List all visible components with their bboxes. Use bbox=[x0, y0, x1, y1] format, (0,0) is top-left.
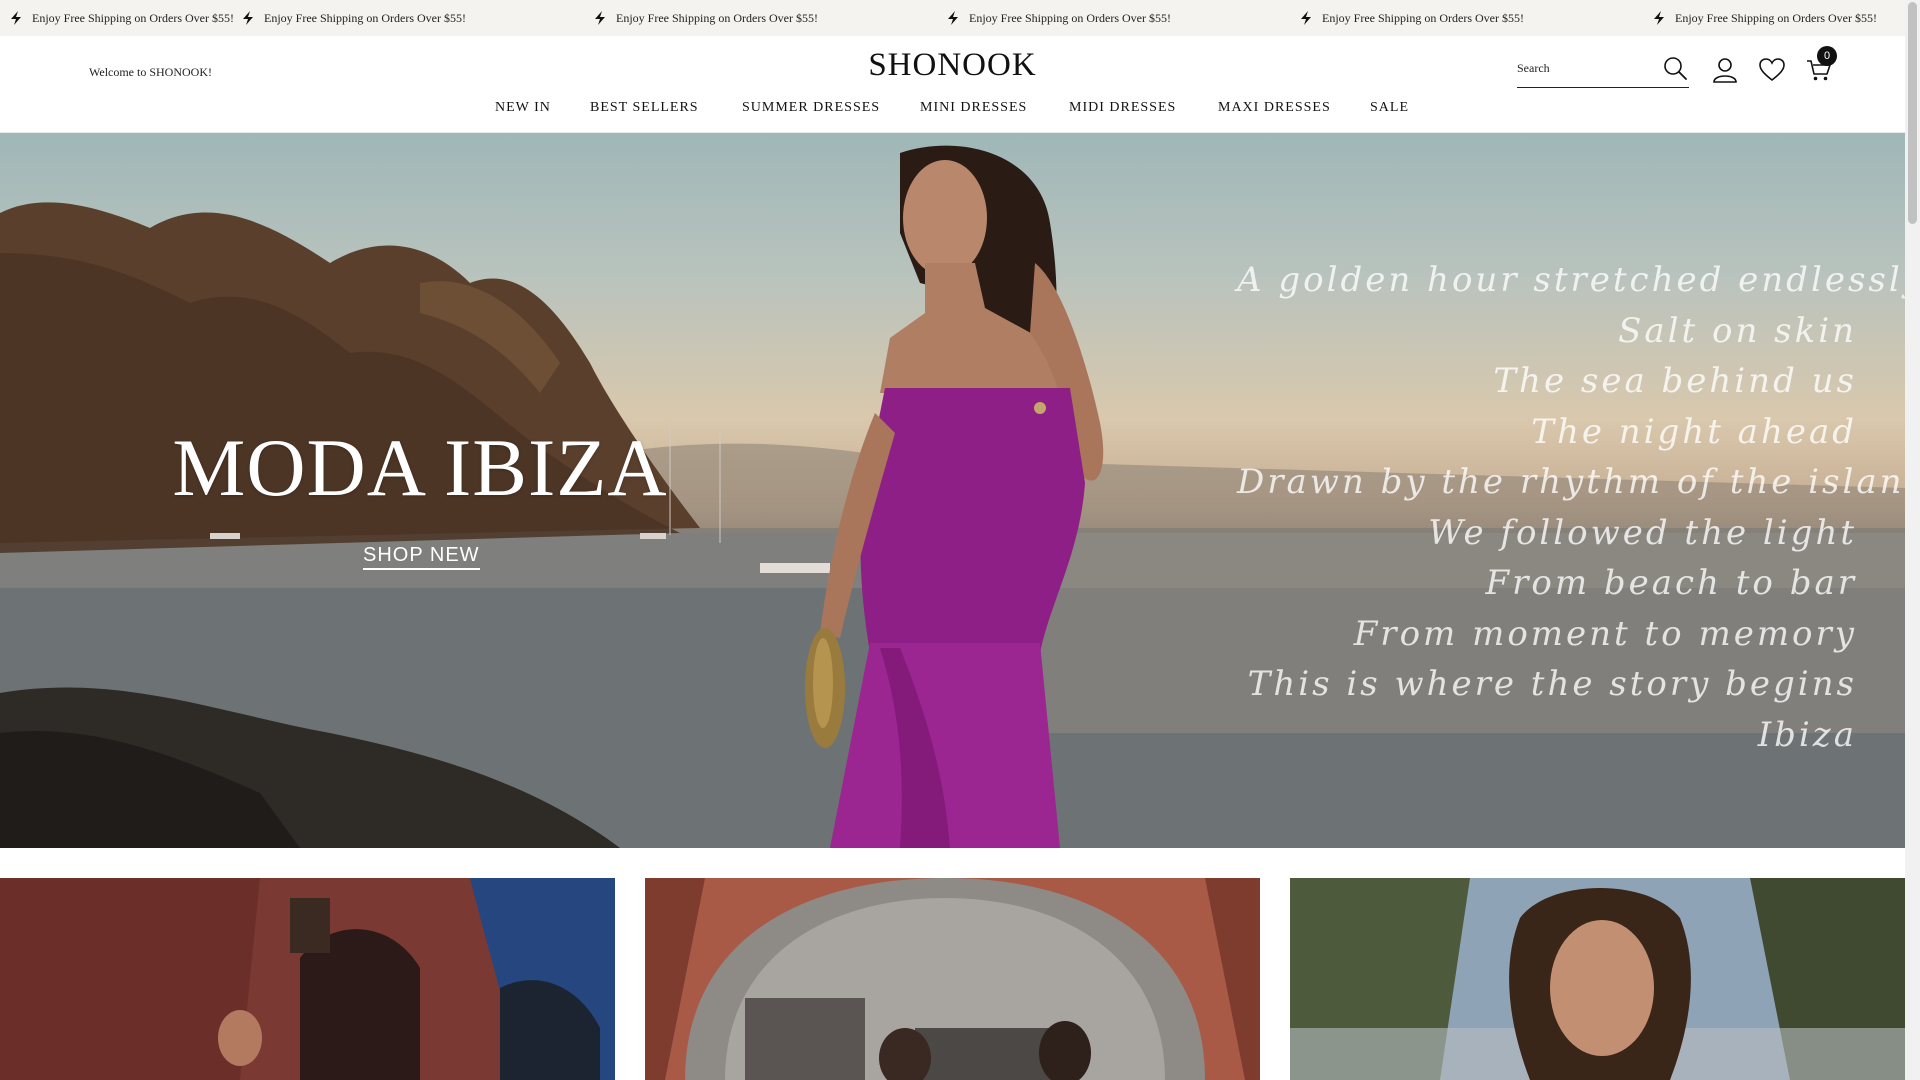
poem-line: The night ahead bbox=[1531, 411, 1857, 452]
nav-item-mini-dresses[interactable]: MINI DRESSES bbox=[920, 100, 1027, 116]
lightning-icon bbox=[1301, 11, 1311, 25]
wishlist-heart-icon[interactable] bbox=[1758, 56, 1786, 84]
promo-item: Enjoy Free Shipping on Orders Over $55! bbox=[8, 0, 234, 36]
shop-new-button[interactable]: SHOP NEW bbox=[363, 544, 480, 570]
nav-item-best-sellers[interactable]: BEST SELLERS bbox=[590, 100, 699, 116]
cart-count-badge: 0 bbox=[1817, 46, 1837, 66]
poem-line: From moment to memory bbox=[1353, 613, 1857, 654]
hero-poem: A golden hour stretched endlessly Salt o… bbox=[1237, 255, 1905, 760]
search-input[interactable] bbox=[1517, 57, 1647, 79]
nav-item-maxi-dresses[interactable]: MAXI DRESSES bbox=[1218, 100, 1331, 116]
poem-line: A golden hour stretched endlessly bbox=[1237, 260, 1905, 300]
poem-line: Ibiza bbox=[1757, 714, 1857, 755]
promo-text: Enjoy Free Shipping on Orders Over $55! bbox=[264, 10, 466, 25]
poem-line: This is where the story begins bbox=[1247, 664, 1857, 704]
category-tile-image bbox=[0, 878, 615, 1080]
poem-line: Drawn by the rhythm of the island bbox=[1237, 462, 1905, 502]
search-icon[interactable] bbox=[1661, 54, 1689, 82]
promo-text: Enjoy Free Shipping on Orders Over $55! bbox=[616, 10, 818, 25]
category-tile[interactable] bbox=[1290, 878, 1905, 1080]
lightning-icon bbox=[1654, 11, 1664, 25]
lightning-icon bbox=[243, 11, 253, 25]
search-box bbox=[1517, 53, 1689, 88]
promo-text: Enjoy Free Shipping on Orders Over $55! bbox=[969, 10, 1171, 25]
promo-item: Enjoy Free Shipping on Orders Over $55! bbox=[240, 0, 466, 36]
poem-line: Salt on skin bbox=[1618, 310, 1857, 351]
nav-item-new-in[interactable]: NEW IN bbox=[495, 100, 551, 116]
promo-text: Enjoy Free Shipping on Orders Over $55! bbox=[1675, 10, 1877, 25]
promo-text: Enjoy Free Shipping on Orders Over $55! bbox=[32, 10, 234, 25]
account-icon[interactable] bbox=[1711, 56, 1739, 84]
promo-item: Enjoy Free Shipping on Orders Over $55! bbox=[1298, 0, 1524, 36]
hero-title: MODA IBIZA bbox=[172, 422, 668, 513]
promo-item: Enjoy Free Shipping on Orders Over $55! bbox=[945, 0, 1171, 36]
category-tile-image bbox=[645, 878, 1260, 1080]
category-tile[interactable] bbox=[0, 878, 615, 1080]
scrollbar-thumb[interactable] bbox=[1908, 2, 1917, 224]
nav-item-summer-dresses[interactable]: SUMMER DRESSES bbox=[742, 100, 880, 116]
announcement-bar: Enjoy Free Shipping on Orders Over $55! … bbox=[0, 0, 1905, 36]
category-tile-image bbox=[1290, 878, 1905, 1080]
welcome-text: Welcome to SHONOOK! bbox=[89, 65, 213, 79]
nav-item-midi-dresses[interactable]: MIDI DRESSES bbox=[1069, 100, 1176, 116]
site-logo[interactable]: SHONOOK bbox=[862, 47, 1043, 84]
promo-item: Enjoy Free Shipping on Orders Over $55! bbox=[592, 0, 818, 36]
site-header: Welcome to SHONOOK! SHONOOK 0 NEW IN BES… bbox=[0, 36, 1905, 133]
page-scrollbar[interactable] bbox=[1905, 0, 1920, 1080]
poem-line: We followed the light bbox=[1428, 512, 1857, 553]
lightning-icon bbox=[595, 11, 605, 25]
promo-item: Enjoy Free Shipping on Orders Over $55! bbox=[1651, 0, 1877, 36]
category-tile[interactable] bbox=[645, 878, 1260, 1080]
lightning-icon bbox=[948, 11, 958, 25]
nav-item-sale[interactable]: SALE bbox=[1370, 100, 1409, 116]
hero-banner[interactable]: MODA IBIZA SHOP NEW A golden hour stretc… bbox=[0, 133, 1905, 848]
lightning-icon bbox=[11, 11, 21, 25]
promo-text: Enjoy Free Shipping on Orders Over $55! bbox=[1322, 10, 1524, 25]
poem-line: From beach to bar bbox=[1485, 563, 1857, 603]
poem-line: The sea behind us bbox=[1493, 361, 1857, 401]
